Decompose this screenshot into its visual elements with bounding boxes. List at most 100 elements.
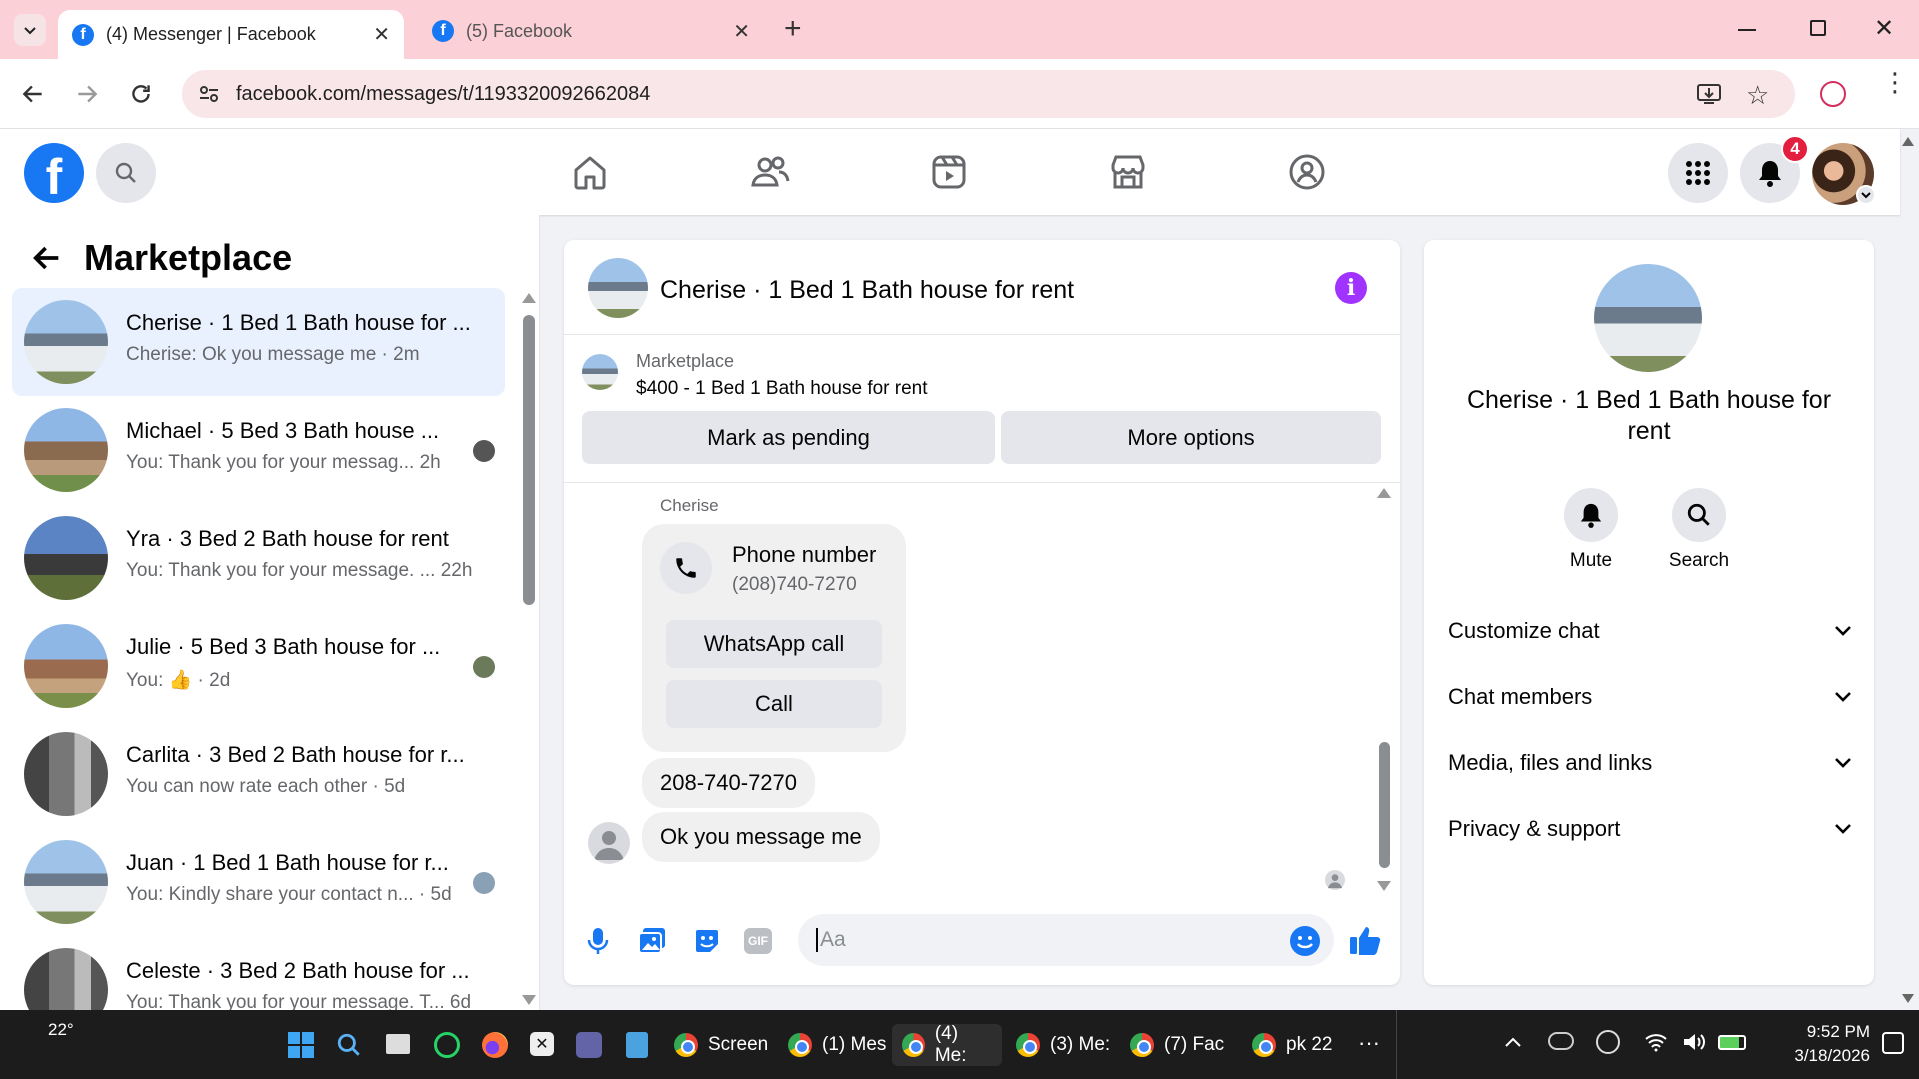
photo-icon[interactable] [637, 926, 667, 956]
emoji-icon[interactable] [1290, 926, 1320, 956]
whatsapp-icon[interactable] [434, 1032, 460, 1058]
clock-time[interactable]: 9:52 PM [1780, 1022, 1870, 1042]
facebook-logo[interactable]: f [24, 143, 84, 203]
firefox-icon[interactable] [482, 1032, 508, 1058]
close-window-icon[interactable]: ✕ [1874, 14, 1894, 43]
cloud-off-icon[interactable] [1548, 1032, 1574, 1050]
call-button[interactable]: Call [666, 680, 882, 728]
tab-list-chevron-icon[interactable] [14, 14, 46, 46]
site-settings-icon[interactable] [198, 83, 220, 105]
taskbar-app[interactable]: Screen [674, 1024, 768, 1066]
taskbar-app-active[interactable]: (4) Me: [892, 1023, 1002, 1066]
omnibox[interactable]: facebook.com/messages/t/1193320092662084… [182, 70, 1795, 118]
listing-text[interactable]: $400 - 1 Bed 1 Bath house for rent [636, 378, 928, 400]
tab-facebook[interactable]: f (5) Facebook ✕ [418, 10, 764, 52]
conversation-title[interactable]: Cherise · 1 Bed 1 Bath house for rent [660, 276, 1074, 305]
scroll-down-icon[interactable] [1377, 881, 1391, 891]
marketplace-icon[interactable] [1107, 151, 1149, 193]
like-thumb-icon[interactable] [1348, 924, 1382, 956]
sync-icon[interactable] [1596, 1030, 1620, 1054]
message-bubble[interactable]: Ok you message me [642, 812, 880, 862]
taskbar-app[interactable]: (3) Me: [1016, 1024, 1110, 1066]
search-button[interactable] [96, 143, 156, 203]
accordion-chat-members[interactable]: Chat members [1448, 684, 1852, 710]
chat-list-scrollbar[interactable] [523, 315, 535, 605]
app-icon[interactable]: ✕ [530, 1032, 554, 1056]
divider [564, 482, 1400, 483]
install-app-icon[interactable] [1696, 82, 1722, 106]
microphone-icon[interactable] [586, 926, 610, 956]
back-arrow-icon[interactable] [30, 241, 64, 275]
close-tab-icon[interactable]: ✕ [733, 19, 750, 44]
back-arrow-icon[interactable] [20, 81, 46, 107]
chat-row[interactable]: Michael · 5 Bed 3 Bath house ... You: Th… [12, 396, 505, 504]
close-tab-icon[interactable]: ✕ [373, 22, 390, 47]
taskbar-app[interactable]: pk 22 [1252, 1024, 1332, 1066]
browser-menu-icon[interactable]: ⋮ [1882, 69, 1908, 95]
accordion-media-files[interactable]: Media, files and links [1448, 750, 1852, 776]
scroll-down-icon[interactable] [522, 995, 536, 1005]
scroll-up-icon[interactable] [522, 293, 536, 303]
account-chevron-icon[interactable] [1856, 185, 1876, 205]
taskbar-app-label: (3) Me: [1050, 1034, 1111, 1055]
show-hidden-icons[interactable] [1504, 1036, 1522, 1048]
message-bubble[interactable]: 208-740-7270 [642, 758, 816, 808]
info-icon[interactable]: i [1335, 272, 1367, 304]
more-options-button[interactable]: More options [1001, 411, 1381, 464]
chat-row[interactable]: Carlita · 3 Bed 2 Bath house for r... Yo… [12, 720, 505, 828]
friends-icon[interactable] [749, 151, 791, 193]
bookmark-star-icon[interactable]: ☆ [1746, 80, 1769, 111]
mark-pending-button[interactable]: Mark as pending [582, 411, 995, 464]
menu-button[interactable] [1668, 143, 1728, 203]
gif-icon[interactable]: GIF [744, 928, 772, 954]
tab-messenger[interactable]: f (4) Messenger | Facebook ✕ [58, 10, 404, 59]
message-scrollbar[interactable] [1379, 742, 1390, 868]
chrome-icon [1252, 1033, 1276, 1057]
restore-icon[interactable] [1810, 20, 1826, 36]
chat-row[interactable]: Cherise · 1 Bed 1 Bath house for ... Che… [12, 288, 505, 396]
reload-icon[interactable] [128, 81, 154, 107]
taskbar-app[interactable]: (1) Mes [788, 1024, 886, 1066]
wifi-icon[interactable] [1644, 1032, 1668, 1052]
page-scroll-up-icon[interactable] [1902, 137, 1914, 146]
groups-icon[interactable] [1286, 151, 1328, 193]
search-in-chat-button[interactable] [1672, 488, 1726, 542]
chat-row[interactable]: Juan · 1 Bed 1 Bath house for r... You: … [12, 828, 505, 936]
listing-avatar [24, 516, 108, 600]
chat-row[interactable]: Julie · 5 Bed 3 Bath house for ... You: … [12, 612, 505, 720]
listing-avatar[interactable] [1594, 264, 1702, 372]
message-input[interactable]: Aa [798, 914, 1334, 966]
notepad-icon[interactable] [626, 1032, 648, 1058]
volume-icon[interactable] [1682, 1032, 1706, 1052]
listing-thumbnail[interactable] [582, 354, 618, 390]
chat-row[interactable]: Yra · 3 Bed 2 Bath house for rent You: T… [12, 504, 505, 612]
video-icon[interactable] [928, 151, 970, 193]
profile-icon[interactable] [1820, 81, 1846, 107]
home-icon[interactable] [569, 151, 611, 193]
tab-title: (4) Messenger | Facebook [106, 24, 316, 44]
chat-row[interactable]: Celeste · 3 Bed 2 Bath house for ... You… [12, 936, 505, 1010]
mute-button[interactable] [1564, 488, 1618, 542]
sticker-icon[interactable] [692, 926, 722, 956]
listing-avatar[interactable] [588, 258, 648, 318]
taskbar-app[interactable]: (7) Fac [1130, 1024, 1224, 1066]
search-icon[interactable] [336, 1032, 362, 1058]
forward-arrow-icon[interactable] [74, 81, 100, 107]
whatsapp-call-button[interactable]: WhatsApp call [666, 620, 882, 668]
page-scroll-down-icon[interactable] [1902, 994, 1914, 1003]
minimize-icon[interactable] [1738, 29, 1756, 31]
weather-widget[interactable]: 22° [48, 1020, 74, 1040]
accordion-privacy-support[interactable]: Privacy & support [1448, 816, 1852, 842]
scroll-up-icon[interactable] [1377, 488, 1391, 498]
new-tab-button[interactable]: + [784, 12, 802, 46]
start-windows-icon[interactable] [288, 1032, 314, 1058]
teams-icon[interactable] [576, 1032, 602, 1058]
browser-tab-bar: f (4) Messenger | Facebook ✕ f (5) Faceb… [0, 0, 1919, 59]
chrome-icon [1016, 1033, 1040, 1057]
task-view-icon[interactable] [386, 1034, 410, 1054]
accordion-customize-chat[interactable]: Customize chat [1448, 618, 1852, 644]
clock-date[interactable]: 3/18/2026 [1770, 1046, 1870, 1066]
notification-center-icon[interactable] [1882, 1032, 1904, 1054]
battery-icon[interactable] [1718, 1035, 1746, 1050]
more-apps-icon[interactable]: ··· [1358, 1030, 1380, 1056]
